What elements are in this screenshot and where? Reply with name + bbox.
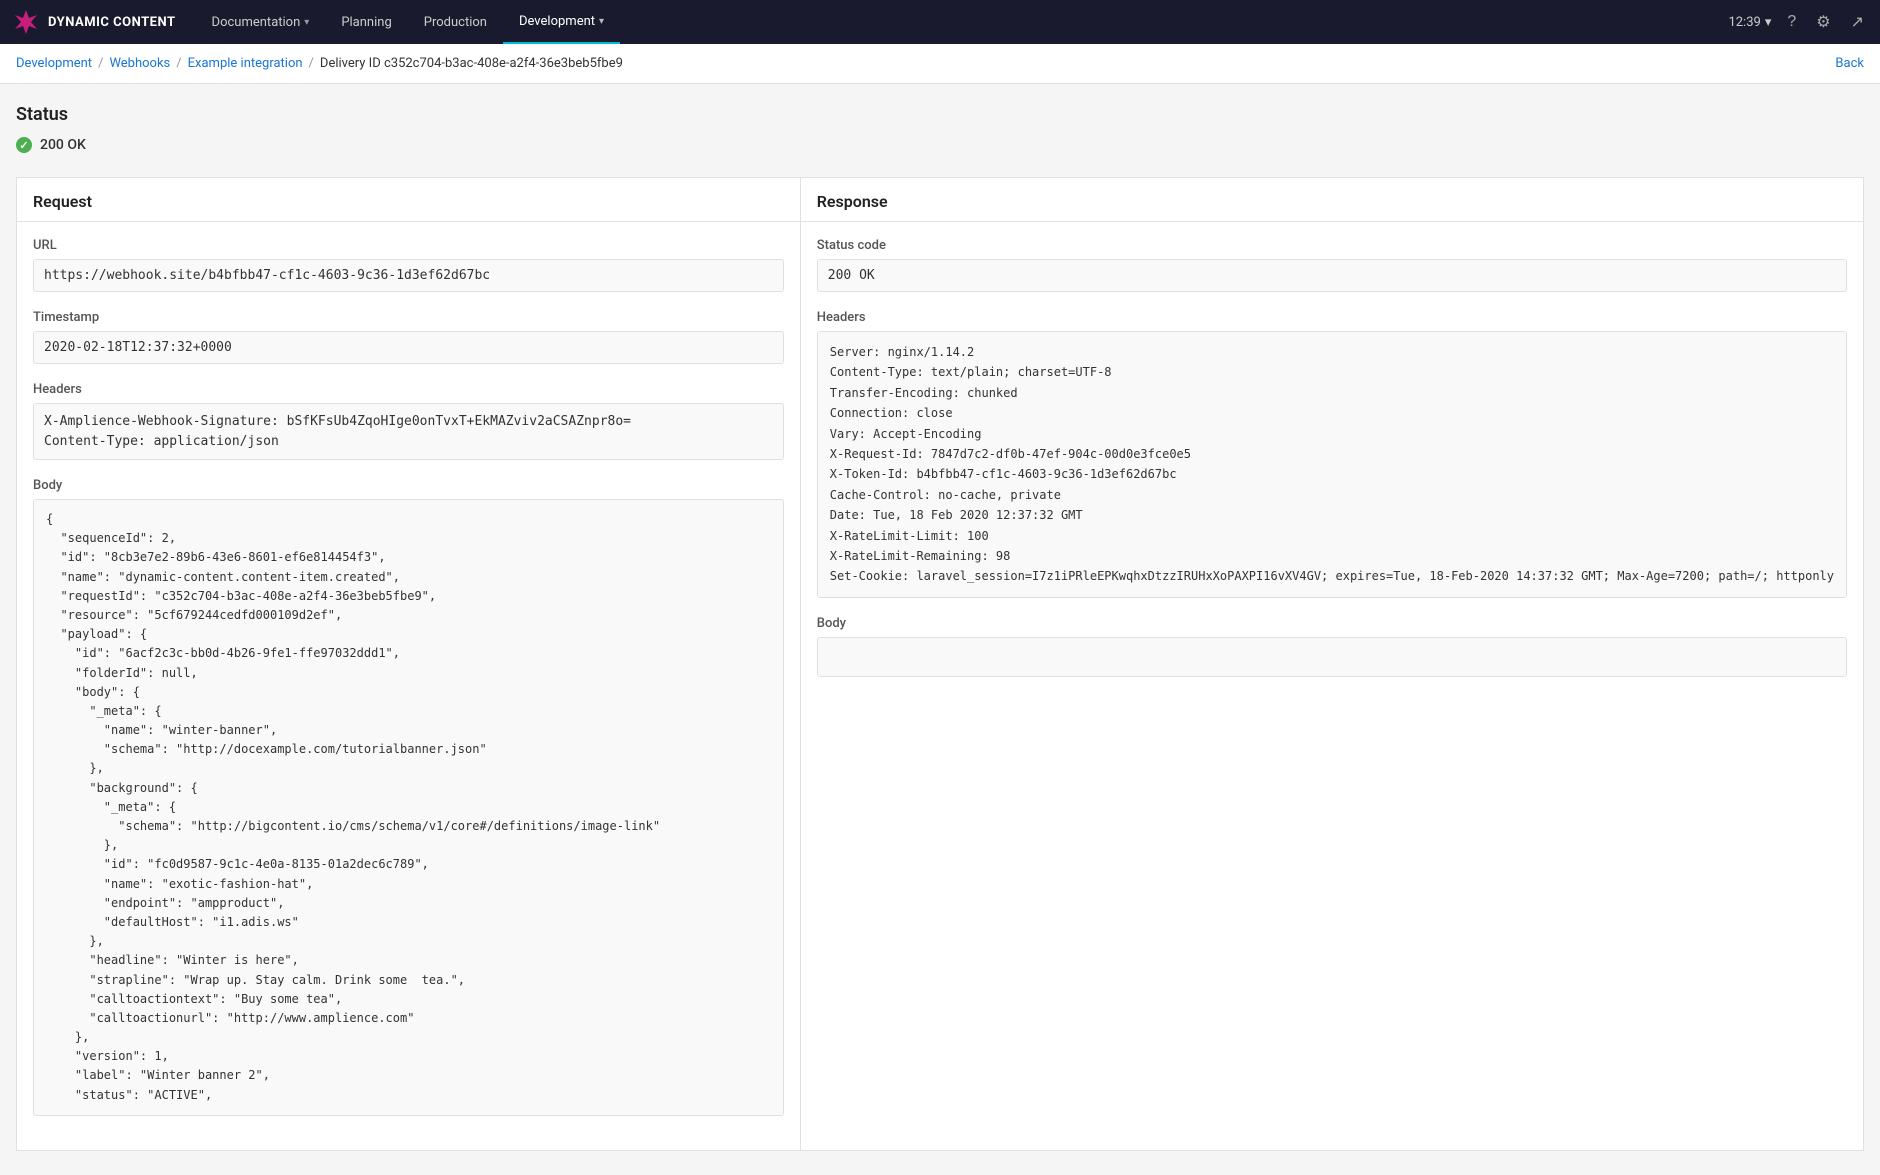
status-title: Status [16, 104, 1864, 125]
status-ok-icon: ✓ [16, 137, 32, 153]
timestamp-field-group: Timestamp 2020-02-18T12:37:32+0000 [33, 310, 784, 364]
breadcrumb-example-integration[interactable]: Example integration [188, 56, 303, 71]
breadcrumb-bar: Development / Webhooks / Example integra… [0, 44, 1880, 84]
request-body-label: Body [33, 478, 784, 493]
nav-item-production[interactable]: Production [408, 0, 503, 44]
status-badge: ✓ 200 OK [16, 137, 1864, 153]
request-panel: Request URL https://webhook.site/b4bfbb4… [16, 177, 800, 1151]
chevron-down-icon: ▾ [304, 17, 309, 28]
response-headers-field-group: Headers Server: nginx/1.14.2 Content-Typ… [817, 310, 1847, 598]
request-response-panels: Request URL https://webhook.site/b4bfbb4… [16, 177, 1864, 1151]
breadcrumb-delivery-id: Delivery ID c352c704-b3ac-408e-a2f4-36e3… [320, 56, 623, 71]
chevron-down-icon: ▾ [599, 16, 604, 27]
nav-item-development[interactable]: Development ▾ [503, 0, 620, 44]
help-icon[interactable]: ? [1783, 9, 1800, 35]
response-panel: Response Status code 200 OK Headers Serv… [800, 177, 1864, 1151]
status-value: 200 OK [40, 137, 86, 153]
request-headers-value: X-Amplience-Webhook-Signature: bSfKFsUb4… [33, 403, 784, 460]
request-panel-header: Request [17, 178, 800, 222]
breadcrumb-sep-1: / [98, 56, 103, 71]
nav-item-documentation[interactable]: Documentation ▾ [196, 0, 326, 44]
breadcrumb: Development / Webhooks / Example integra… [16, 56, 623, 71]
status-code-label: Status code [817, 238, 1847, 253]
status-section: Status ✓ 200 OK [16, 104, 1864, 153]
breadcrumb-webhooks[interactable]: Webhooks [109, 56, 170, 71]
response-panel-body: Status code 200 OK Headers Server: nginx… [801, 222, 1863, 711]
nav-item-planning[interactable]: Planning [325, 0, 407, 44]
logo-area: DYNAMIC CONTENT [12, 8, 176, 36]
request-panel-body: URL https://webhook.site/b4bfbb47-cf1c-4… [17, 222, 800, 1150]
url-value: https://webhook.site/b4bfbb47-cf1c-4603-… [33, 259, 784, 292]
url-label: URL [33, 238, 784, 253]
response-headers-label: Headers [817, 310, 1847, 325]
breadcrumb-sep-3: / [309, 56, 314, 71]
url-field-group: URL https://webhook.site/b4bfbb47-cf1c-4… [33, 238, 784, 292]
logo-icon [12, 8, 40, 36]
response-body-field-group: Body [817, 616, 1847, 677]
back-button[interactable]: Back [1835, 56, 1864, 71]
logo-text: DYNAMIC CONTENT [48, 15, 176, 30]
request-body-field-group: Body { "sequenceId": 2, "id": "8cb3e7e2-… [33, 478, 784, 1116]
timestamp-label: Timestamp [33, 310, 784, 325]
status-code-value: 200 OK [817, 259, 1847, 292]
timestamp-value: 2020-02-18T12:37:32+0000 [33, 331, 784, 364]
nav-time: 12:39 ▾ [1728, 15, 1771, 30]
logout-icon[interactable]: ↗ [1847, 8, 1868, 36]
response-body-label: Body [817, 616, 1847, 631]
nav-items: Documentation ▾ Planning Production Deve… [196, 0, 1729, 44]
settings-icon[interactable]: ⚙ [1812, 8, 1834, 36]
status-code-field-group: Status code 200 OK [817, 238, 1847, 292]
request-headers-field-group: Headers X-Amplience-Webhook-Signature: b… [33, 382, 784, 460]
request-body-value: { "sequenceId": 2, "id": "8cb3e7e2-89b6-… [33, 499, 784, 1116]
chevron-down-icon: ▾ [1765, 15, 1772, 30]
breadcrumb-sep-2: / [176, 56, 181, 71]
nav-right: 12:39 ▾ ? ⚙ ↗ [1728, 8, 1868, 36]
top-navigation: DYNAMIC CONTENT Documentation ▾ Planning… [0, 0, 1880, 44]
response-headers-value: Server: nginx/1.14.2 Content-Type: text/… [817, 331, 1847, 598]
response-panel-header: Response [801, 178, 1863, 222]
breadcrumb-development[interactable]: Development [16, 56, 92, 71]
request-headers-label: Headers [33, 382, 784, 397]
main-content: Status ✓ 200 OK Request URL https://webh… [0, 84, 1880, 1171]
response-body-value [817, 637, 1847, 677]
